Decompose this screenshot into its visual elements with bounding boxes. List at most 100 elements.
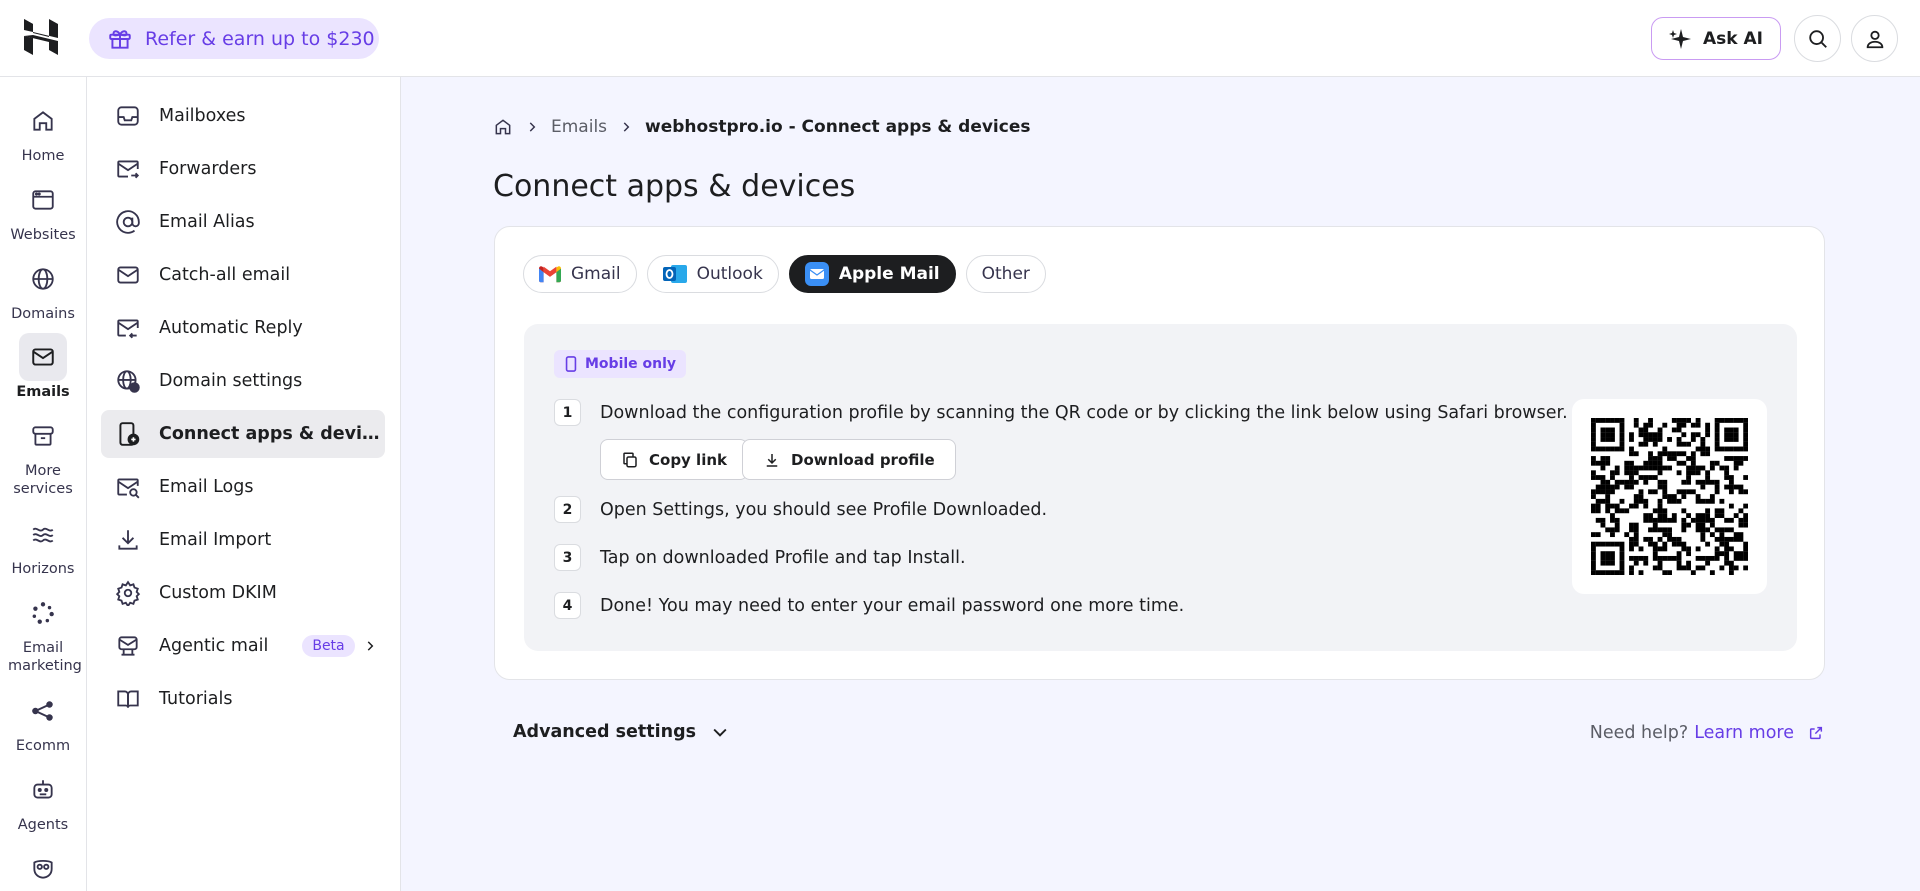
- advanced-settings-toggle[interactable]: Advanced settings: [513, 722, 730, 742]
- tab-label: Outlook: [696, 264, 763, 284]
- browser-window-icon: [32, 190, 54, 210]
- gift-icon: [109, 29, 131, 49]
- rail-label: Emails: [16, 384, 70, 400]
- subnav-label: Custom DKIM: [159, 583, 277, 603]
- home-icon: [33, 111, 53, 131]
- chevron-right-icon: [367, 641, 374, 651]
- step-text: Tap on downloaded Profile and tap Instal…: [600, 547, 966, 568]
- refer-label: Refer & earn up to $230: [145, 27, 375, 50]
- rail-item-horizons[interactable]: Horizons: [0, 510, 86, 578]
- rail-item-ecomm[interactable]: Ecomm: [0, 687, 86, 755]
- apple-mail-instructions: Mobile only 1 Download the configuration…: [524, 324, 1797, 651]
- inbox-icon: [117, 106, 139, 126]
- rail-label: Domains: [11, 306, 75, 322]
- advanced-settings-label: Advanced settings: [513, 722, 697, 742]
- rail-item-more-services[interactable]: More services: [0, 412, 86, 498]
- learn-more-link[interactable]: Learn more: [1694, 723, 1794, 743]
- rail-item-home[interactable]: Home: [0, 97, 86, 165]
- main-navigation-rail: Home Websites Domains Emails More servic…: [0, 77, 87, 891]
- apple-mail-icon: [804, 262, 829, 286]
- refer-earn-button[interactable]: Refer & earn up to $230: [89, 18, 379, 59]
- subnav-item-email-import[interactable]: Email Import: [101, 516, 385, 564]
- account-button[interactable]: [1851, 15, 1898, 62]
- subnav-item-domain-settings[interactable]: Domain settings: [101, 357, 385, 405]
- agent-mail-icon: [118, 636, 138, 656]
- search-icon: [1808, 29, 1827, 48]
- mobile-only-label: Mobile only: [585, 356, 677, 372]
- user-icon: [1866, 30, 1883, 48]
- rail-item-emails[interactable]: Emails: [0, 333, 86, 401]
- download-icon: [766, 453, 778, 467]
- main-content: Emails webhostpro.io - Connect apps & de…: [401, 77, 1920, 891]
- device-plus-icon: [119, 422, 140, 446]
- subnav-item-mailboxes[interactable]: Mailboxes: [101, 92, 385, 140]
- step-number: 2: [554, 496, 581, 523]
- tab-other[interactable]: Other: [965, 255, 1046, 293]
- rail-item-owl[interactable]: [0, 845, 86, 891]
- subnav-item-automatic-reply[interactable]: Automatic Reply: [101, 304, 385, 352]
- subnav-item-forwarders[interactable]: Forwarders: [101, 145, 385, 193]
- rail-item-websites[interactable]: Websites: [0, 176, 86, 244]
- subnav-item-agentic-mail[interactable]: Agentic mail Beta: [101, 622, 385, 670]
- rail-label: Horizons: [11, 561, 75, 577]
- top-bar: Refer & earn up to $230 Ask AI: [0, 0, 1920, 77]
- rail-label: Email marketing: [8, 640, 82, 674]
- copy-icon: [623, 452, 637, 467]
- subnav-item-connect-apps[interactable]: Connect apps & devi…: [101, 410, 385, 458]
- subnav-item-email-alias[interactable]: Email Alias: [101, 198, 385, 246]
- step-number: 3: [554, 544, 581, 571]
- ask-ai-button[interactable]: Ask AI: [1651, 17, 1781, 60]
- rail-item-agents[interactable]: Agents: [0, 766, 86, 834]
- rail-label: Ecomm: [15, 738, 71, 754]
- step-2: 2 Open Settings, you should see Profile …: [554, 496, 1047, 523]
- step-text: Download the configuration profile by sc…: [600, 402, 1568, 423]
- subnav-item-catch-all[interactable]: Catch-all email: [101, 251, 385, 299]
- client-tabs: Gmail Outlook Apple Mail Other: [523, 255, 1046, 293]
- subnav-label: Forwarders: [159, 159, 257, 179]
- mobile-only-badge: Mobile only: [554, 350, 687, 378]
- rail-label: More services: [13, 463, 73, 497]
- breadcrumb: Emails webhostpro.io - Connect apps & de…: [493, 117, 1031, 137]
- outlook-icon: [662, 265, 687, 283]
- rail-label: Websites: [10, 227, 76, 243]
- search-button[interactable]: [1794, 15, 1841, 62]
- help-section: Need help? Learn more: [1590, 723, 1824, 743]
- tab-gmail[interactable]: Gmail: [523, 255, 637, 293]
- subnav-label: Domain settings: [159, 371, 303, 391]
- rail-item-domains[interactable]: Domains: [0, 255, 86, 323]
- download-profile-label: Download profile: [791, 450, 935, 469]
- owl-icon: [33, 859, 53, 879]
- download-profile-button[interactable]: Download profile: [742, 439, 956, 480]
- envelope-icon: [32, 348, 54, 366]
- copy-link-button[interactable]: Copy link: [600, 439, 748, 480]
- book-icon: [117, 690, 139, 708]
- globe-icon: [32, 268, 54, 290]
- subnav-item-tutorials[interactable]: Tutorials: [101, 675, 385, 723]
- subnav-label: Email Alias: [159, 212, 255, 232]
- beta-badge: Beta: [302, 635, 355, 657]
- subnav-label: Tutorials: [159, 689, 233, 709]
- step-text: Done! You may need to enter your email p…: [600, 595, 1185, 616]
- tab-outlook[interactable]: Outlook: [646, 255, 779, 293]
- subnav-label: Automatic Reply: [159, 318, 303, 338]
- connect-apps-card: Gmail Outlook Apple Mail Other Mobile on…: [494, 226, 1825, 680]
- qr-code-panel: [1572, 399, 1767, 594]
- breadcrumb-emails-link[interactable]: Emails: [551, 117, 607, 137]
- subnav-item-email-logs[interactable]: Email Logs: [101, 463, 385, 511]
- sparkle-dots-icon: [32, 602, 54, 624]
- tab-apple-mail[interactable]: Apple Mail: [788, 255, 956, 293]
- rail-label: Home: [21, 148, 65, 164]
- rail-item-email-marketing[interactable]: Email marketing: [0, 589, 86, 675]
- subnav-item-custom-dkim[interactable]: Custom DKIM: [101, 569, 385, 617]
- forward-mail-icon: [117, 160, 140, 179]
- hostinger-logo[interactable]: [24, 19, 58, 55]
- step-number: 4: [554, 592, 581, 619]
- envelope-icon: [117, 266, 139, 284]
- subnav-label: Mailboxes: [159, 106, 246, 126]
- home-icon[interactable]: [493, 117, 513, 137]
- box-icon: [32, 426, 54, 446]
- page-title: Connect apps & devices: [493, 169, 856, 204]
- mail-search-icon: [117, 478, 140, 499]
- step-3: 3 Tap on downloaded Profile and tap Inst…: [554, 544, 966, 571]
- email-sub-navigation: Mailboxes Forwarders Email Alias Catch-a…: [87, 77, 401, 891]
